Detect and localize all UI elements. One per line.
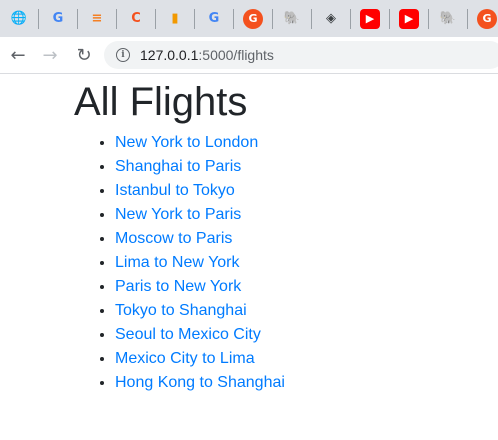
- flight-link[interactable]: Hong Kong to Shanghai: [115, 374, 285, 391]
- tab-separator: [194, 8, 195, 29]
- stackoverflow-icon[interactable]: ≡: [87, 9, 107, 29]
- postgres-elephant-icon[interactable]: 🐘: [438, 9, 458, 29]
- google-icon[interactable]: G: [48, 9, 68, 29]
- tab-separator: [233, 8, 234, 29]
- tab-separator: [38, 8, 39, 29]
- tab-separator: [311, 8, 312, 29]
- flight-link[interactable]: Seoul to Mexico City: [115, 326, 261, 343]
- flight-link[interactable]: Istanbul to Tokyo: [115, 182, 235, 199]
- book-icon[interactable]: ▮: [165, 9, 185, 29]
- address-bar[interactable]: i 127.0.0.1:5000/flights: [104, 41, 498, 69]
- tab-separator: [350, 8, 351, 29]
- reload-icon[interactable]: ↻: [70, 41, 98, 69]
- flight-list-item: Seoul to Mexico City: [115, 323, 285, 347]
- flight-list-item: Moscow to Paris: [115, 227, 285, 251]
- g-orange-icon[interactable]: G: [477, 8, 497, 29]
- url-path: :5000/flights: [198, 47, 274, 63]
- flight-list-item: New York to Paris: [115, 203, 285, 227]
- browser-toolbar: ← → ↻ i 127.0.0.1:5000/flights: [0, 37, 498, 74]
- forward-arrow-icon[interactable]: →: [36, 41, 64, 69]
- tab-separator: [428, 8, 429, 29]
- tab-separator: [116, 8, 117, 29]
- orange-c-icon[interactable]: C: [126, 9, 146, 29]
- tab-separator: [389, 8, 390, 29]
- g-orange-icon[interactable]: G: [243, 8, 263, 29]
- flight-link[interactable]: Lima to New York: [115, 254, 240, 271]
- flight-link[interactable]: Mexico City to Lima: [115, 350, 255, 367]
- google-icon[interactable]: G: [204, 9, 224, 29]
- diamond-icon[interactable]: ◈: [321, 9, 341, 29]
- flight-link[interactable]: Paris to New York: [115, 278, 241, 295]
- flight-list-item: Tokyo to Shanghai: [115, 299, 285, 323]
- postgres-elephant-icon[interactable]: 🐘: [282, 9, 302, 29]
- flight-list-item: New York to London: [115, 131, 285, 155]
- flight-list-item: Istanbul to Tokyo: [115, 179, 285, 203]
- tab-separator: [155, 8, 156, 29]
- flight-link[interactable]: New York to Paris: [115, 206, 241, 223]
- tab-separator: [467, 8, 468, 29]
- youtube-icon[interactable]: ▶: [399, 8, 419, 29]
- flight-list-item: Hong Kong to Shanghai: [115, 371, 285, 395]
- flight-list: New York to London Shanghai to Paris Istan…: [74, 131, 285, 395]
- bookmark-strip: 🌐 G ≡ C ▮ G G 🐘 ◈ ▶ ▶ 🐘 G: [0, 0, 498, 37]
- flight-link[interactable]: New York to London: [115, 134, 258, 151]
- flight-list-item: Mexico City to Lima: [115, 347, 285, 371]
- flight-link[interactable]: Tokyo to Shanghai: [115, 302, 247, 319]
- flight-link[interactable]: Moscow to Paris: [115, 230, 232, 247]
- url-host: 127.0.0.1: [140, 47, 199, 63]
- tab-separator: [272, 8, 273, 29]
- tab-separator: [77, 8, 78, 29]
- flight-link[interactable]: Shanghai to Paris: [115, 158, 241, 175]
- flight-list-item: Lima to New York: [115, 251, 285, 275]
- info-icon[interactable]: i: [116, 48, 130, 62]
- flight-list-item: Paris to New York: [115, 275, 285, 299]
- youtube-icon[interactable]: ▶: [360, 8, 380, 29]
- globe-icon[interactable]: 🌐: [9, 9, 29, 29]
- page-title: All Flights: [74, 80, 248, 124]
- back-arrow-icon[interactable]: ←: [4, 41, 32, 69]
- flight-list-item: Shanghai to Paris: [115, 155, 285, 179]
